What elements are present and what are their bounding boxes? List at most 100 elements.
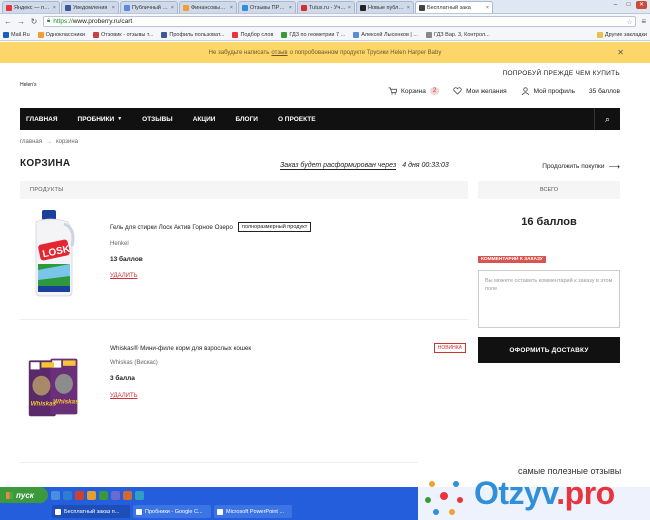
lock-icon: 🔒︎ xyxy=(47,18,51,24)
browser-tab[interactable]: Tutux.ru - Участн× xyxy=(297,1,355,13)
search-icon[interactable]: ⌕ xyxy=(594,108,620,130)
profile-link[interactable]: Мой профиль xyxy=(521,87,575,95)
profile-label: Мой профиль xyxy=(533,87,576,95)
close-window-button[interactable]: ✕ xyxy=(636,1,647,9)
continue-shopping-link[interactable]: Продолжить покупки ⟶ xyxy=(542,162,620,171)
tab-favicon-icon xyxy=(301,4,307,11)
maximize-button[interactable]: □ xyxy=(623,1,634,9)
bookmark-item[interactable]: Отзовик - отзывы т... xyxy=(92,31,153,38)
bookmark-star-icon[interactable]: ☆ xyxy=(627,18,633,26)
bookmark-favicon-icon xyxy=(3,31,9,38)
nav-item-home[interactable]: ГЛАВНАЯ xyxy=(20,116,68,123)
quick-launch-icon[interactable] xyxy=(99,490,108,500)
other-bookmarks-folder[interactable]: Другие закладки xyxy=(596,31,647,38)
wishlist-link[interactable]: Мои желания xyxy=(453,87,507,95)
remove-item-link[interactable]: УДАЛИТЬ xyxy=(110,393,138,399)
wishlist-label: Мои желания xyxy=(466,87,507,95)
bookmark-favicon-icon xyxy=(92,31,99,38)
bookmarks-bar: Mail.Ru Одноклассники Отзовик - отзывы т..… xyxy=(0,29,650,41)
close-tab-icon[interactable]: × xyxy=(230,5,233,11)
tab-favicon-icon xyxy=(360,4,366,11)
nav-item-blogs[interactable]: БЛОГИ xyxy=(225,116,267,123)
user-icon xyxy=(521,87,529,95)
forward-icon[interactable]: → xyxy=(17,17,25,26)
site-logo[interactable]: Helen's xyxy=(20,82,37,88)
quick-launch-icon[interactable] xyxy=(51,490,60,500)
bookmark-label: Mail.Ru xyxy=(11,31,30,38)
close-tab-icon[interactable]: × xyxy=(348,5,351,11)
notice-review-link[interactable]: отзыв xyxy=(271,50,287,56)
product-points: 3 балла xyxy=(110,375,135,382)
nav-item-promotions[interactable]: АКЦИИ xyxy=(183,116,226,123)
taskbar-window-button[interactable]: Пробники - Google C... xyxy=(133,505,211,518)
close-tab-icon[interactable]: × xyxy=(486,5,489,11)
tab-label: Уведомления xyxy=(73,4,108,11)
tab-label: Отзывы ПРО - рос xyxy=(250,4,287,11)
breadcrumb-home[interactable]: главная xyxy=(20,139,42,145)
browser-tab[interactable]: Уведомления × xyxy=(61,1,119,13)
browser-tab[interactable]: Финансовый фору× xyxy=(179,1,237,13)
product-brand: Henkel xyxy=(110,241,129,247)
close-tab-icon[interactable]: × xyxy=(171,5,174,11)
browser-tab[interactable]: Новые публикаци× xyxy=(356,1,414,13)
bookmark-item[interactable]: Алексей Лысенков | ... xyxy=(353,31,418,38)
bookmark-item[interactable]: ГДЗ Вар. 3, Контрол... xyxy=(425,31,490,38)
browser-tab[interactable]: Бесплатный зака × xyxy=(415,1,493,13)
browser-tab[interactable]: Яндекс — поиск п× xyxy=(2,1,60,13)
reload-icon[interactable]: ↻ xyxy=(30,17,38,26)
cart-label: Корзина xyxy=(401,87,426,95)
product-name[interactable]: Whiskas® Мини-филе корм для взрослых кош… xyxy=(110,345,251,352)
notice-text-before: Не забудьте написать xyxy=(208,49,270,56)
nav-item-about[interactable]: О ПРОЕКТЕ xyxy=(268,116,326,123)
bookmark-item[interactable]: ГДЗ по геометрии 7 ... xyxy=(281,31,345,38)
url-field[interactable]: 🔒︎ https://www.proberry.ru/cart ☆ xyxy=(43,16,637,27)
taskbar-window-button[interactable]: Бесплатный заказ п... xyxy=(52,505,130,518)
bookmark-favicon-icon xyxy=(281,31,288,38)
order-comment-textarea[interactable]: Вы можете оставить комментарий к заказу … xyxy=(478,270,620,328)
caret-down-icon: ▼ xyxy=(117,116,123,122)
checkout-button[interactable]: ОФОРМИТЬ ДОСТАВКУ xyxy=(478,337,620,363)
tab-label: Бесплатный зака xyxy=(427,4,471,11)
browser-tab[interactable]: Отзывы ПРО - рос× xyxy=(238,1,296,13)
taskbar-window-button[interactable]: Microsoft PowerPoint ... xyxy=(214,505,292,518)
otzyv-watermark: самые полезные отзывы Otzyv.pro xyxy=(418,462,650,520)
taskbar-window-label: Microsoft PowerPoint ... xyxy=(226,508,285,515)
close-tab-icon[interactable]: × xyxy=(53,5,56,11)
quick-launch-icon[interactable] xyxy=(111,490,120,500)
bookmark-item[interactable]: Mail.Ru xyxy=(3,31,30,38)
windows-logo-icon xyxy=(6,491,13,499)
close-tab-icon[interactable]: × xyxy=(112,5,115,11)
timer-label: Заказ будет расформирован через xyxy=(280,162,397,170)
quick-launch-icon[interactable] xyxy=(75,490,84,500)
quick-launch-icon[interactable] xyxy=(87,490,96,500)
tab-favicon-icon xyxy=(419,4,425,11)
product-name[interactable]: Гель для стирки Лоск Актив Горное Озеро xyxy=(110,224,233,231)
bookmark-item[interactable]: Профиль пользоват... xyxy=(161,31,224,38)
quick-launch-icon[interactable] xyxy=(135,490,144,500)
close-tab-icon[interactable]: × xyxy=(289,5,292,11)
cart-link[interactable]: Корзина 2 xyxy=(388,87,440,95)
quick-launch-icon[interactable] xyxy=(123,490,132,500)
tab-label: Публичный Старт xyxy=(132,4,169,11)
notice-text-after: о попробованном продукте Трусики Helen H… xyxy=(289,49,442,56)
watermark-brand: Otzyv.pro xyxy=(474,475,615,511)
bookmark-item[interactable]: Одноклассники xyxy=(37,31,85,38)
minimize-button[interactable]: – xyxy=(610,1,621,9)
nav-item-samples[interactable]: ПРОБНИКИ ▼ xyxy=(68,116,133,123)
products-header: ПРОДУКТЫ xyxy=(20,181,468,199)
remove-item-link[interactable]: УДАЛИТЬ xyxy=(110,273,138,279)
close-icon[interactable]: ✕ xyxy=(617,48,624,57)
nav-item-reviews[interactable]: ОТЗЫВЫ xyxy=(132,116,183,123)
browser-tab[interactable]: Публичный Старт× xyxy=(120,1,178,13)
menu-icon[interactable]: ≡ xyxy=(641,17,646,26)
order-expiry-timer: Заказ будет расформирован через 4 дня 00… xyxy=(280,162,449,170)
quick-launch-icon[interactable] xyxy=(63,490,72,500)
bookmark-item[interactable]: Подбор слов xyxy=(232,31,273,38)
points-balance: 35 баллов xyxy=(589,87,620,95)
new-badge: НОВИНКА xyxy=(433,343,466,353)
back-icon[interactable]: ← xyxy=(4,17,12,26)
close-tab-icon[interactable]: × xyxy=(407,5,410,11)
bookmark-label: Одноклассники xyxy=(45,31,85,38)
start-button[interactable]: пуск xyxy=(0,487,48,503)
svg-text:Whiskas: Whiskas xyxy=(53,399,79,406)
